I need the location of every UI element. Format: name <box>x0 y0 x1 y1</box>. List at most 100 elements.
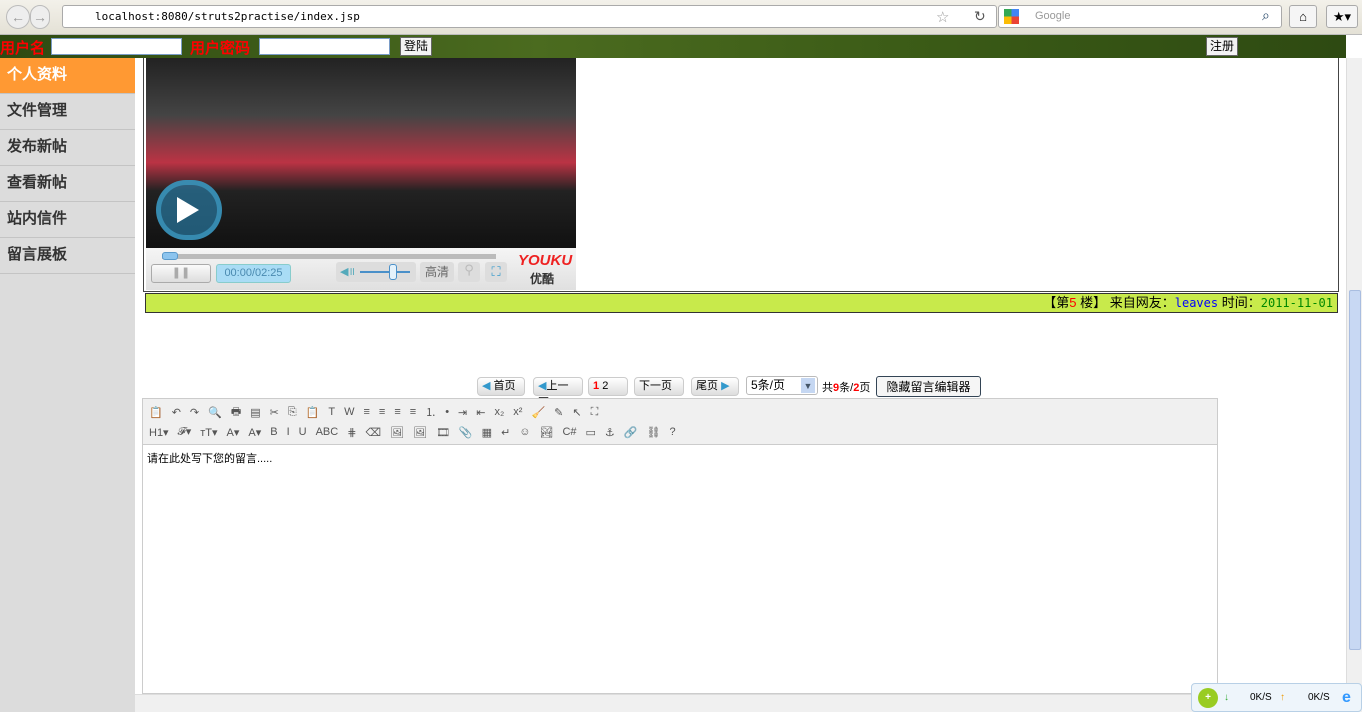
from-label: 来自网友： <box>1109 295 1175 310</box>
editor-tool-icon[interactable]: ≡ <box>364 406 370 418</box>
fullscreen-icon[interactable]: ⛶ <box>485 262 507 282</box>
editor-tool-icon[interactable]: ⛓ <box>646 426 660 439</box>
editor-tool-icon[interactable]: ⋕ <box>347 426 356 439</box>
editor-tool-icon[interactable]: 📋 <box>306 406 320 419</box>
hide-editor-button[interactable]: 隐藏留言编辑器 <box>876 376 981 397</box>
settings-icon[interactable]: ⚲ <box>458 262 480 282</box>
editor-tool-icon[interactable]: ⚓ <box>605 426 615 439</box>
editor-tool-icon[interactable]: x₂ <box>494 406 504 418</box>
page-2[interactable]: 2 <box>602 380 608 392</box>
sidebar-item-profile[interactable]: 个人资料 <box>0 58 135 94</box>
username-input[interactable] <box>51 38 182 55</box>
editor-tool-icon[interactable]: ▭ <box>586 426 596 439</box>
editor-tool-icon[interactable]: T <box>328 406 335 418</box>
editor-tool-icon[interactable]: 🧹 <box>531 406 545 419</box>
editor-tool-icon[interactable]: ⎘ <box>288 406 297 419</box>
editor-tool-icon[interactable]: ⇤ <box>476 406 485 419</box>
editor-tool-icon[interactable]: x² <box>513 406 522 418</box>
volume-slider[interactable]: ◀॥ <box>336 262 416 282</box>
editor-tool-icon[interactable]: 🏞 <box>539 426 553 439</box>
editor-tool-icon[interactable]: ⛶ <box>591 406 599 419</box>
video-progress-handle[interactable] <box>162 252 178 260</box>
youku-logo: YOUKU <box>518 252 573 269</box>
scrollbar-thumb[interactable] <box>1349 290 1361 650</box>
editor-tool-icon[interactable]: 𝓕▾ <box>178 425 192 439</box>
youku-logo-cn: 优酷 <box>530 272 555 286</box>
editor-tool-icon[interactable]: A▾ <box>227 426 240 439</box>
editor-tool-icon[interactable]: ⌫ <box>365 426 381 439</box>
editor-tool-icon[interactable]: ✂ <box>270 406 279 419</box>
editor-tool-icon[interactable]: 📎 <box>459 426 473 439</box>
editor-tool-icon[interactable]: W <box>344 406 354 418</box>
play-icon[interactable] <box>156 180 222 240</box>
hd-button[interactable]: 高清 <box>420 262 454 282</box>
first-page-button[interactable]: ◀ 首页 <box>477 377 525 396</box>
speed-widget: + ↓ 0K/S ↑ 0K/S e <box>1191 683 1362 712</box>
editor-tool-icon[interactable]: ⒈ <box>425 404 436 420</box>
editor-tool-icon[interactable]: 🔗 <box>624 426 638 439</box>
editor-tool-icon[interactable]: U <box>299 426 307 438</box>
back-button[interactable]: ← <box>6 5 30 29</box>
page-1[interactable]: 1 <box>593 380 599 392</box>
editor-tool-icon[interactable]: ≡ <box>379 406 385 418</box>
sidebar-item-view-posts[interactable]: 查看新帖 <box>0 166 135 202</box>
register-button[interactable]: 注册 <box>1206 37 1239 56</box>
search-icon[interactable]: ⌕ <box>1262 7 1270 24</box>
password-label: 用户密码 <box>190 40 251 57</box>
editor-tool-icon[interactable]: ↶ <box>172 406 181 419</box>
video-player[interactable] <box>146 58 576 248</box>
sidebar-item-messages[interactable]: 站内信件 <box>0 202 135 238</box>
editor-tool-icon[interactable]: ? <box>669 426 675 438</box>
editor-tool-icon[interactable]: B <box>270 426 277 438</box>
plus-icon[interactable]: + <box>1198 688 1218 708</box>
editor-tool-icon[interactable]: ≡ <box>394 406 400 418</box>
chevron-down-icon: ▼ <box>801 378 815 393</box>
page-numbers[interactable]: 1 2 <box>588 377 628 396</box>
pause-button[interactable]: ❚❚ <box>151 264 211 283</box>
reload-icon[interactable]: ↻ <box>974 8 986 25</box>
forward-button[interactable]: → <box>30 5 50 29</box>
home-button[interactable]: ⌂ <box>1289 5 1317 28</box>
editor-toolbar: 📋 ↶ ↷ 🔍 🖶 ▤ ✂ ⎘ 📋 T W ≡ ≡ ≡ ≡ ⒈ • ⇥ ⇤ x₂ x² 🧹 ✎ ↖ ⛶ H1▾ 𝓕▾ ᴛT▾ A▾ A▾… <box>143 399 1217 445</box>
prev-page-button[interactable]: ◀上一页 <box>533 377 583 409</box>
search-input[interactable]: Google <box>998 5 1282 28</box>
password-input[interactable] <box>259 38 390 55</box>
editor-tool-icon[interactable]: ▤ <box>250 406 260 419</box>
editor-tool-icon[interactable]: ▦ <box>482 426 492 439</box>
address-bar[interactable]: localhost:8080/struts2practise/index.jsp <box>62 5 997 28</box>
ie-icon[interactable]: e <box>1342 684 1351 711</box>
editor-tool-icon[interactable]: • <box>445 406 449 418</box>
bookmark-star-icon[interactable]: ☆ <box>936 8 949 26</box>
editor-tool-icon[interactable]: H1▾ <box>149 426 169 439</box>
editor-tool-icon[interactable]: ABC <box>316 426 339 438</box>
editor-tool-icon[interactable]: 🎞 <box>436 426 450 439</box>
editor-tool-icon[interactable]: ᴛT▾ <box>200 426 217 439</box>
sidebar-item-new-post[interactable]: 发布新帖 <box>0 130 135 166</box>
editor-tool-icon[interactable]: ✎ <box>554 406 563 419</box>
last-page-button[interactable]: 尾页 ▶ <box>691 377 739 396</box>
editor-tool-icon[interactable]: ☺ <box>519 426 530 438</box>
login-button[interactable]: 登陆 <box>400 37 433 56</box>
sidebar-item-files[interactable]: 文件管理 <box>0 94 135 130</box>
editor-tool-icon[interactable]: A▾ <box>248 426 261 439</box>
editor-tool-icon[interactable]: ↷ <box>190 406 199 419</box>
editor-tool-icon[interactable]: 🖶 <box>231 403 241 422</box>
editor-tool-icon[interactable]: I <box>287 426 290 438</box>
editor-tool-icon[interactable]: 📋 <box>149 406 163 419</box>
editor-tool-icon[interactable]: 🔍 <box>208 406 222 419</box>
post-user[interactable]: leaves <box>1175 296 1218 310</box>
sidebar-item-guestbook[interactable]: 留言展板 <box>0 238 135 274</box>
editor-tool-icon[interactable]: 🖼 <box>413 426 427 439</box>
editor-tool-icon[interactable]: ↖ <box>572 406 581 419</box>
bookmarks-button[interactable]: ★▾ <box>1326 5 1358 28</box>
horizontal-scrollbar[interactable] <box>135 694 1346 712</box>
editor-tool-icon[interactable]: ≡ <box>410 406 416 418</box>
editor-tool-icon[interactable]: ↵ <box>501 426 510 439</box>
editor-tool-icon[interactable]: 🖼 <box>390 426 404 439</box>
editor-tool-icon[interactable]: C# <box>562 426 576 438</box>
editor-tool-icon[interactable]: ⇥ <box>458 406 467 419</box>
next-page-button[interactable]: 下一页▶ <box>634 377 684 409</box>
editor-textarea[interactable]: 请在此处写下您的留言..... <box>143 445 1217 471</box>
video-progress-track[interactable] <box>162 254 496 259</box>
per-page-select[interactable]: 5条/页 ▼ <box>746 376 818 395</box>
